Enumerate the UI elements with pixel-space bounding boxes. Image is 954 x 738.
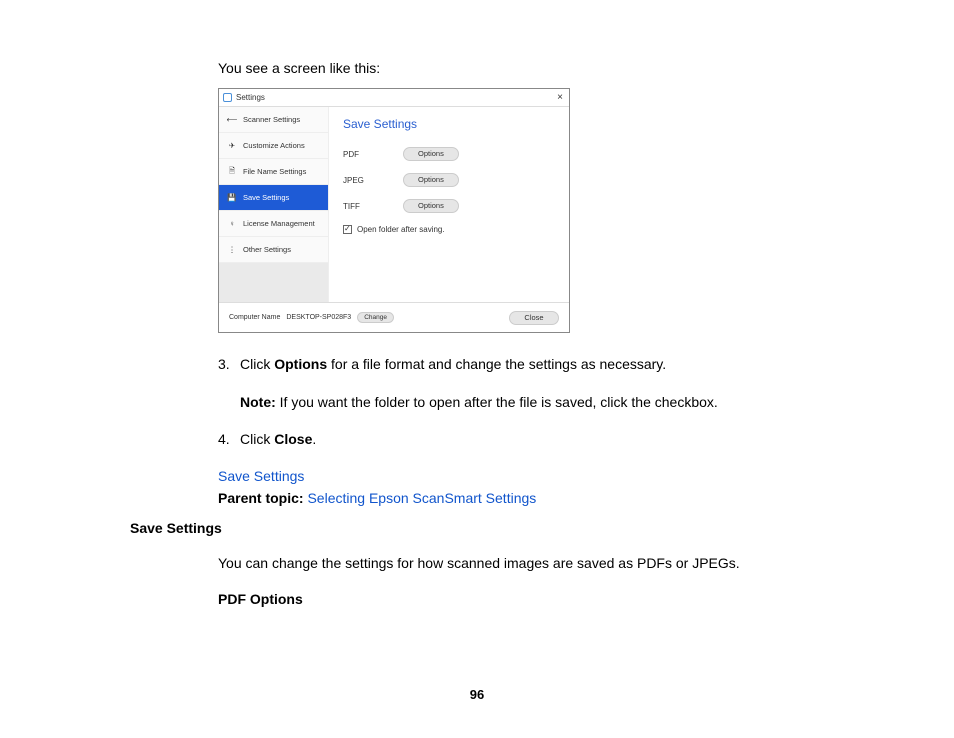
sidebar-item-label: Other Settings [243,245,291,254]
sidebar-item-label: Save Settings [243,193,289,202]
format-label: PDF [343,150,403,159]
sidebar-item-label: Customize Actions [243,141,305,150]
panel-title: Save Settings [343,117,555,131]
sidebar-item-label: License Management [243,219,315,228]
sidebar-item-scanner-settings[interactable]: ⟵ Scanner Settings [219,107,328,133]
step-number: 3. [218,355,240,375]
actions-icon: ✈ [227,141,237,151]
sidebar-filler [219,263,328,302]
dialog-titlebar: Settings × [219,89,569,107]
subsection-heading-pdf-options: PDF Options [218,591,824,607]
parent-topic-label: Parent topic: [218,490,304,506]
computer-name-label: Computer Name [229,314,280,321]
close-button[interactable]: Close [509,311,559,325]
close-icon[interactable]: × [555,92,565,103]
section-heading-save-settings: Save Settings [130,520,824,536]
page-number: 96 [0,687,954,702]
section-body: You can change the settings for how scan… [218,554,824,574]
more-icon: ⋮ [227,245,237,255]
note: Note: If you want the folder to open aft… [240,393,824,413]
settings-panel: Save Settings PDF Options JPEG Options T… [329,107,569,302]
computer-name-value: DESKTOP-SP028F3 [286,314,351,321]
save-icon: 💾 [227,193,237,203]
sidebar-item-save-settings[interactable]: 💾 Save Settings [219,185,328,211]
file-icon: 🗎 [227,167,237,177]
intro-text: You see a screen like this: [218,60,824,76]
link-save-settings[interactable]: Save Settings [218,468,304,484]
checkbox-icon[interactable] [343,225,352,234]
options-button-jpeg[interactable]: Options [403,173,459,187]
options-button-pdf[interactable]: Options [403,147,459,161]
format-row-tiff: TIFF Options [343,193,555,219]
sidebar-item-customize-actions[interactable]: ✈ Customize Actions [219,133,328,159]
checkbox-label: Open folder after saving. [357,225,445,234]
app-logo-icon [223,93,232,102]
sidebar-item-other-settings[interactable]: ⋮ Other Settings [219,237,328,263]
scanner-icon: ⟵ [227,115,237,125]
sidebar-item-label: Scanner Settings [243,115,300,124]
license-icon: ♀ [227,219,237,229]
sidebar-item-file-name-settings[interactable]: 🗎 File Name Settings [219,159,328,185]
open-folder-checkbox-row[interactable]: Open folder after saving. [343,225,555,234]
link-parent-topic[interactable]: Selecting Epson ScanSmart Settings [307,490,536,506]
step-text: Click Options for a file format and chan… [240,355,666,375]
change-button[interactable]: Change [357,312,394,323]
settings-dialog-screenshot: Settings × ⟵ Scanner Settings ✈ Customiz… [218,88,570,333]
step-number: 4. [218,430,240,450]
dialog-footer: Computer Name DESKTOP-SP028F3 Change Clo… [219,302,569,332]
step-3: 3. Click Options for a file format and c… [218,355,824,375]
step-4: 4. Click Close. [218,430,824,450]
settings-sidebar: ⟵ Scanner Settings ✈ Customize Actions 🗎… [219,107,329,302]
step-text: Click Close. [240,430,316,450]
format-label: JPEG [343,176,403,185]
sidebar-item-label: File Name Settings [243,167,306,176]
options-button-tiff[interactable]: Options [403,199,459,213]
format-row-jpeg: JPEG Options [343,167,555,193]
dialog-title: Settings [236,93,555,102]
sidebar-item-license-management[interactable]: ♀ License Management [219,211,328,237]
format-label: TIFF [343,202,403,211]
format-row-pdf: PDF Options [343,141,555,167]
